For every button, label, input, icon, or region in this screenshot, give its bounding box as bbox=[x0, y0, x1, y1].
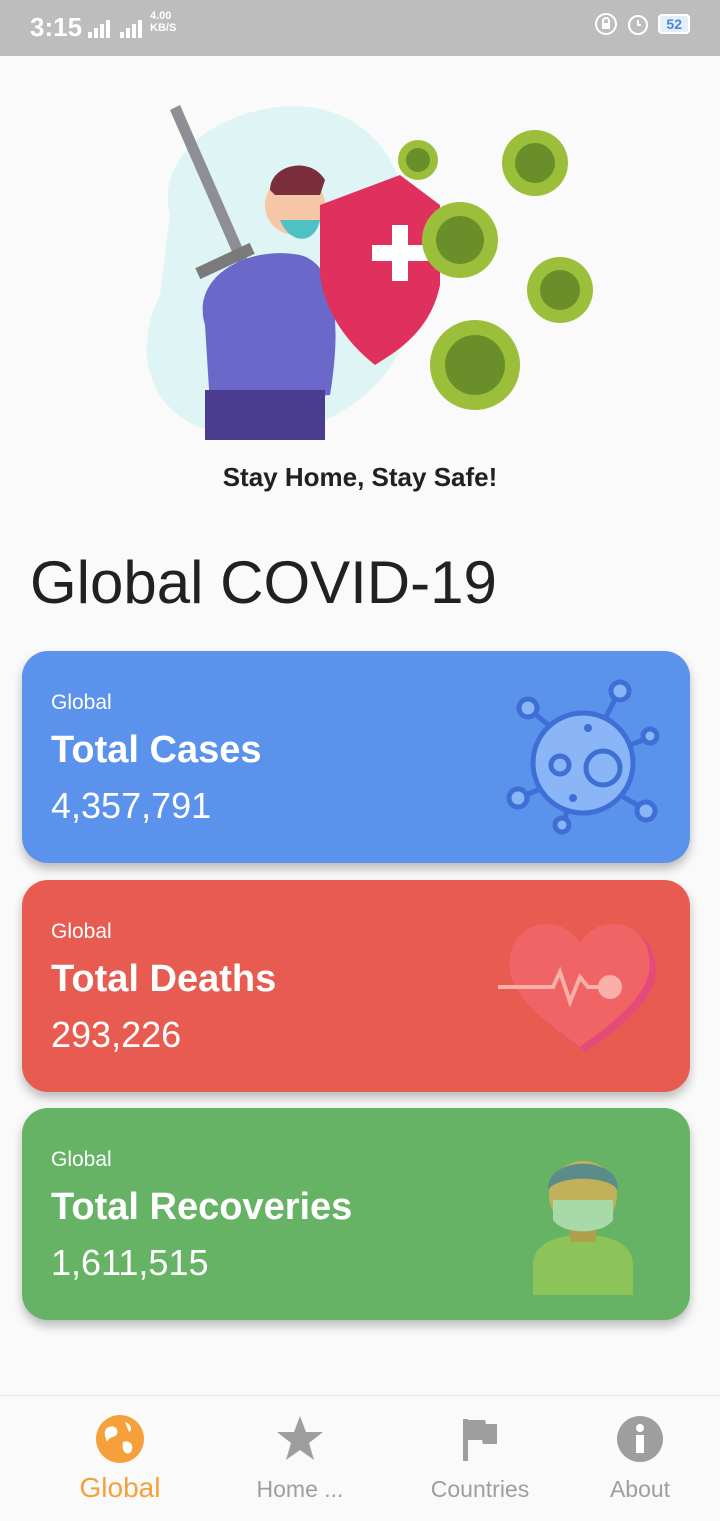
signal-icon bbox=[88, 20, 142, 38]
card-title: Total Deaths bbox=[51, 958, 277, 1000]
total-recoveries-card[interactable]: Global Total Recoveries 1,611,515 bbox=[22, 1108, 690, 1320]
hero-illustration bbox=[146, 105, 593, 440]
nav-tab-about[interactable]: About bbox=[550, 1396, 720, 1521]
card-subtitle: Global bbox=[51, 691, 112, 714]
lock-rotation-icon bbox=[595, 13, 618, 35]
total-cases-card[interactable]: Global Total Cases 4,357,791 bbox=[22, 651, 690, 863]
nav-label: Home ... bbox=[256, 1476, 344, 1502]
card-value: 1,611,515 bbox=[51, 1242, 209, 1283]
card-value: 293,226 bbox=[51, 1014, 182, 1055]
virus-icon bbox=[506, 679, 660, 835]
masked-person-icon bbox=[533, 1161, 633, 1295]
nav-label: Countries bbox=[430, 1476, 530, 1502]
nav-tab-countries[interactable]: Countries bbox=[390, 1396, 570, 1521]
card-title: Total Cases bbox=[51, 729, 262, 771]
total-deaths-card[interactable]: Global Total Deaths 293,226 bbox=[22, 880, 690, 1092]
page-title: Global COVID-19 bbox=[30, 549, 497, 616]
card-subtitle: Global bbox=[51, 1148, 112, 1171]
globe-icon bbox=[96, 1415, 144, 1463]
star-icon bbox=[277, 1416, 323, 1460]
card-subtitle: Global bbox=[51, 920, 112, 943]
card-value: 4,357,791 bbox=[51, 785, 212, 826]
status-bar: 3:15 4.00 KB/S 52 bbox=[0, 0, 720, 56]
nav-label: About bbox=[609, 1476, 671, 1502]
bottom-navigation: Global Home ... Countries About bbox=[0, 1395, 720, 1521]
flag-icon bbox=[463, 1419, 497, 1461]
info-icon bbox=[617, 1416, 663, 1462]
status-time: 3:15 bbox=[30, 12, 83, 42]
battery-indicator: 52 bbox=[658, 14, 690, 34]
heart-pulse-icon bbox=[498, 923, 656, 1052]
alarm-icon bbox=[628, 15, 649, 35]
net-speed: 4.00 KB/S bbox=[150, 10, 177, 34]
nav-tab-global[interactable]: Global bbox=[30, 1396, 210, 1521]
card-title: Total Recoveries bbox=[51, 1186, 353, 1228]
nav-label: Global bbox=[79, 1472, 161, 1503]
nav-tab-home[interactable]: Home ... bbox=[210, 1396, 390, 1521]
tagline: Stay Home, Stay Safe! bbox=[222, 462, 498, 492]
